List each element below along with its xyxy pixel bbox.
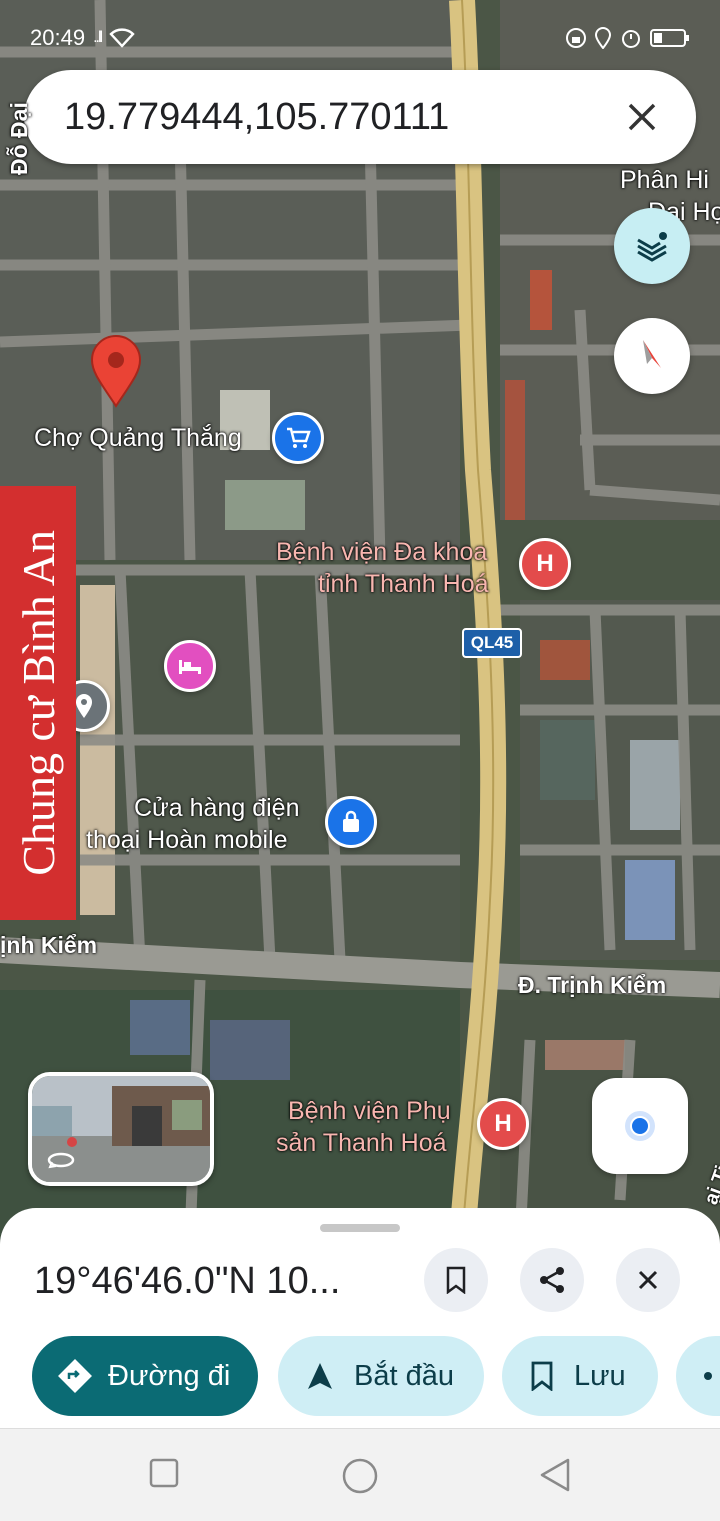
layers-icon [637, 232, 667, 262]
save-button[interactable]: Lưu [502, 1336, 658, 1416]
clear-search-button[interactable] [612, 87, 672, 147]
directions-icon [58, 1359, 92, 1393]
place-label-phan-hieu: Phân Hi [620, 166, 709, 194]
compass-button[interactable] [614, 318, 690, 394]
navigation-arrow-icon [308, 1363, 332, 1389]
hospital-icon: H [494, 1110, 512, 1137]
hospital-label-2-line2[interactable]: sản Thanh Hoá [276, 1129, 447, 1158]
satellite-map[interactable] [0, 0, 720, 1240]
location-icon [594, 27, 612, 49]
road-label-trinh-kiem-left: ịnh Kiểm [0, 932, 98, 958]
shopping-cart-icon [287, 427, 311, 448]
bookmark-icon [446, 1266, 466, 1294]
street-view-thumbnail[interactable] [28, 1072, 214, 1186]
drag-handle[interactable] [320, 1224, 400, 1232]
wifi-icon [109, 28, 135, 48]
recents-icon[interactable] [148, 1457, 180, 1489]
dropped-pin-icon[interactable] [88, 334, 144, 408]
close-icon [628, 103, 656, 131]
market-marker[interactable] [272, 412, 324, 464]
start-label: Bắt đầu [354, 1359, 454, 1392]
close-icon [638, 1270, 658, 1290]
banner-text: Chung cư Bình An [12, 530, 64, 876]
road-label-do-dai: Đỗ Đại [6, 102, 32, 175]
shop-label-line1[interactable]: Cửa hàng điện [134, 794, 299, 823]
directions-button[interactable]: Đường đi [32, 1336, 258, 1416]
coordinates-title: 19°46'46.0"N 10... [34, 1260, 341, 1302]
hospital-marker-2[interactable]: H [477, 1098, 529, 1150]
rotate-360-icon [47, 1152, 75, 1169]
hospital-label-1-line1[interactable]: Bệnh viện Đa khoa [276, 538, 487, 567]
layers-button[interactable] [614, 208, 690, 284]
start-button[interactable]: Bắt đầu [278, 1336, 484, 1416]
highway-label: QL45 [470, 633, 514, 652]
promo-banner: Chung cư Bình An [0, 486, 76, 920]
my-location-button[interactable] [592, 1078, 688, 1174]
shop-label-line2[interactable]: thoại Hoàn mobile [86, 826, 288, 855]
hospital-label-2-line1[interactable]: Bệnh viện Phụ [288, 1097, 451, 1126]
directions-label: Đường đi [108, 1359, 231, 1392]
bottom-sheet[interactable]: 19°46'46.0"N 10... Đường đi Bắt đầu Lưu [0, 1208, 720, 1428]
search-bar[interactable]: 19.779444,105.770111 [24, 70, 696, 164]
shop-marker[interactable] [325, 796, 377, 848]
bookmark-icon [531, 1361, 553, 1391]
compass-icon [643, 340, 661, 368]
location-dot-icon [625, 1111, 655, 1141]
share-chip-button[interactable] [676, 1336, 720, 1416]
hospital-icon: H [536, 550, 554, 577]
lock-icon [566, 28, 586, 48]
road-label-trinh-kiem-right: Đ. Trịnh Kiểm [518, 972, 667, 998]
close-sheet-button[interactable] [616, 1248, 680, 1312]
save-label: Lưu [574, 1359, 626, 1392]
share-icon [704, 1372, 712, 1380]
home-icon[interactable] [341, 1457, 379, 1495]
clock: 20:49 [30, 25, 86, 50]
pin-outline-icon [76, 694, 92, 718]
status-bar: 20:49 ..ll [30, 18, 690, 58]
share-icon-button[interactable] [520, 1248, 584, 1312]
hospital-marker-1[interactable]: H [519, 538, 571, 590]
share-icon [540, 1267, 564, 1293]
signal-icon: ..ll [93, 29, 103, 46]
market-label[interactable]: Chợ Quảng Thắng [34, 424, 242, 453]
search-query[interactable]: 19.779444,105.770111 [64, 96, 612, 139]
system-nav-bar [0, 1428, 720, 1521]
alarm-icon [622, 30, 640, 48]
back-icon[interactable] [538, 1457, 572, 1493]
shopping-bag-icon [343, 810, 359, 832]
bed-icon [179, 660, 201, 674]
map-view[interactable]: 20:49 ..ll 19.779444,105.770111 Đỗ Đại P… [0, 0, 720, 1240]
highway-shield: QL45 [462, 628, 522, 658]
hotel-marker[interactable] [164, 640, 216, 692]
save-icon-button[interactable] [424, 1248, 488, 1312]
battery-icon [650, 29, 689, 47]
hospital-label-1-line2[interactable]: tỉnh Thanh Hoá [318, 570, 489, 599]
